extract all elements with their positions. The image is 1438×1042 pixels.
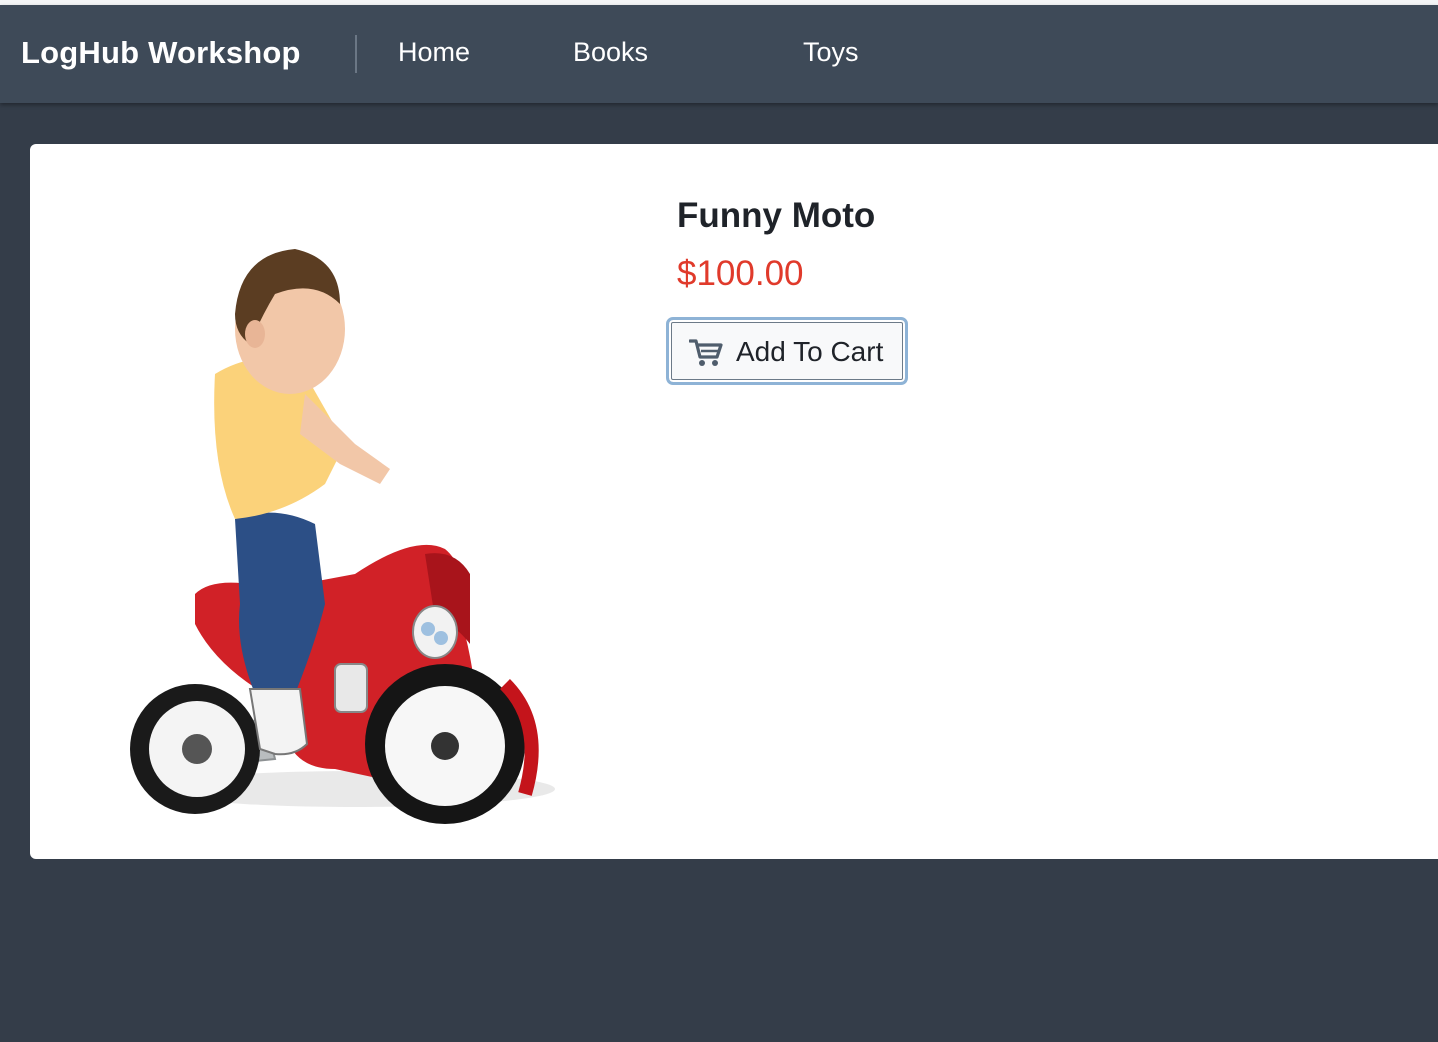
nav-divider	[355, 35, 357, 73]
add-to-cart-label: Add To Cart	[736, 336, 884, 367]
product-image	[130, 249, 555, 824]
add-to-cart-button[interactable]: Add To Cart	[666, 317, 908, 385]
nav-link-home[interactable]: Home	[398, 37, 470, 68]
product-card: Funny Moto $100.00 Add To Cart	[30, 144, 1438, 859]
nav-link-toys[interactable]: Toys	[803, 37, 859, 68]
cart-icon	[689, 339, 723, 366]
product-price: $100.00	[677, 254, 804, 293]
product-title: Funny Moto	[677, 196, 876, 235]
nav-link-books[interactable]: Books	[573, 37, 648, 68]
navbar: LogHub Workshop Home Books Toys	[0, 5, 1438, 103]
brand-logo[interactable]: LogHub Workshop	[21, 35, 301, 71]
